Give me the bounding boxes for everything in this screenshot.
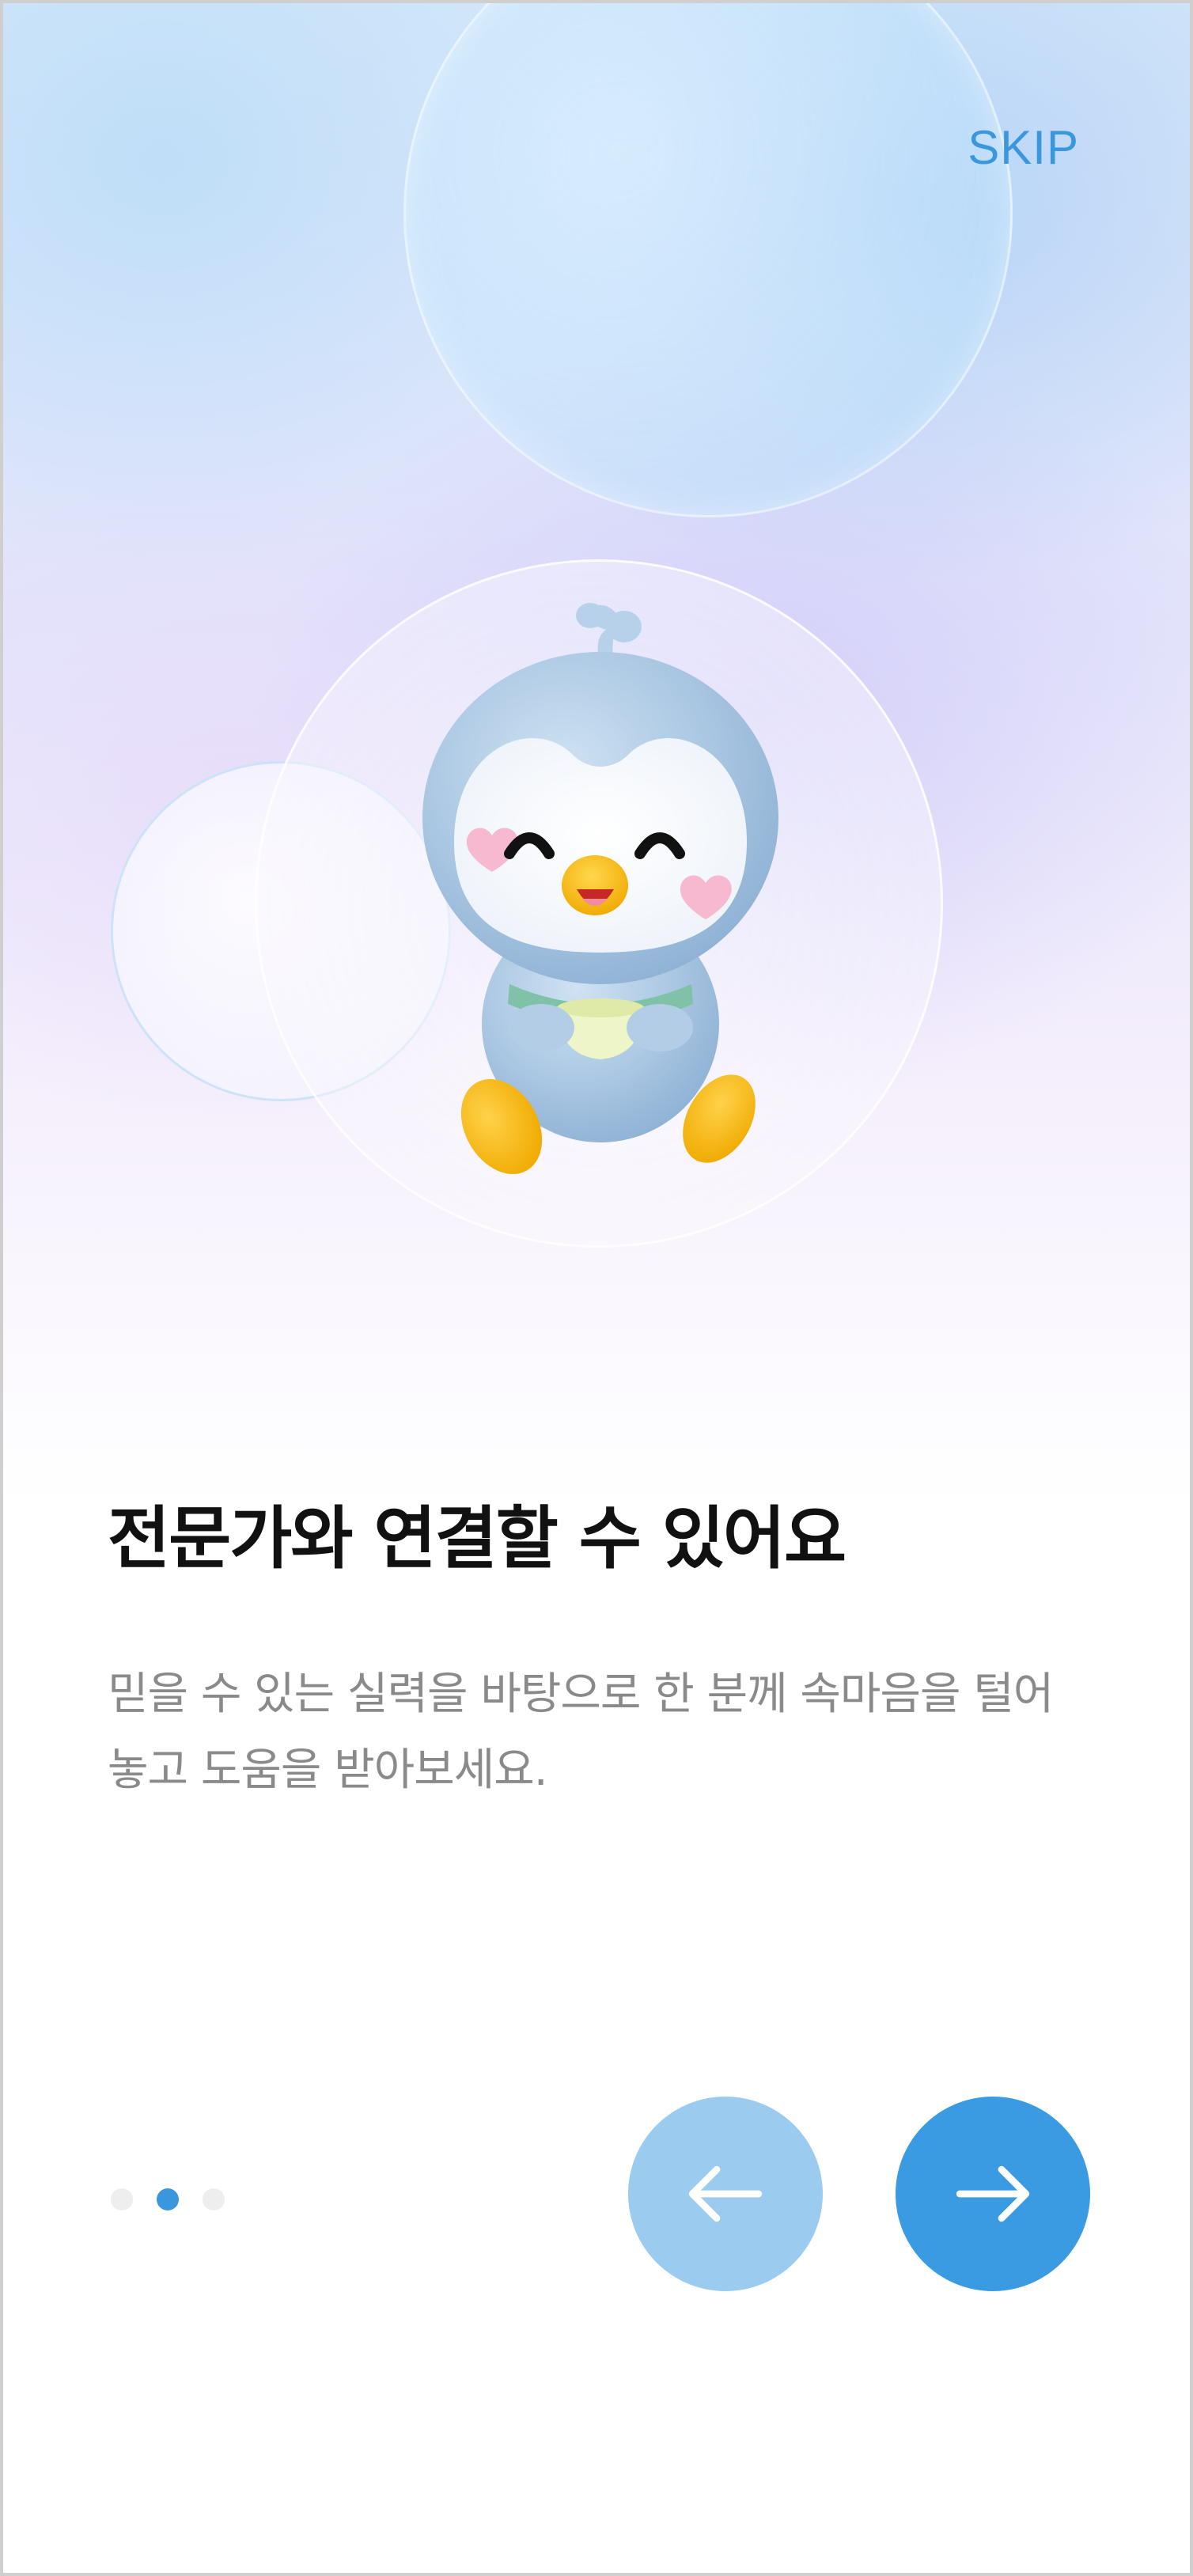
headline: 전문가와 연결할 수 있어요 <box>108 1499 846 1578</box>
arrow-right-icon <box>956 2165 1030 2222</box>
description-text: 믿을 수 있는 실력을 바탕으로 한 분께 속마음을 털어 놓고 도움을 받아보… <box>108 1669 1054 1796</box>
page-dot-3 <box>203 2188 225 2210</box>
penguin-mascot-illustration <box>422 603 778 1175</box>
arrow-left-icon <box>688 2165 763 2222</box>
next-button[interactable] <box>896 2097 1090 2291</box>
skip-button[interactable]: SKIP <box>968 120 1079 175</box>
onboarding-screen: SKIP 전문가와 연결할 수 있어요 믿을 수 있는 실력을 바탕으로 한 분… <box>0 0 1193 2576</box>
page-dot-1 <box>111 2188 133 2210</box>
page-dot-2-active <box>157 2188 179 2210</box>
previous-button[interactable] <box>628 2097 823 2291</box>
page-indicator <box>111 2188 225 2210</box>
